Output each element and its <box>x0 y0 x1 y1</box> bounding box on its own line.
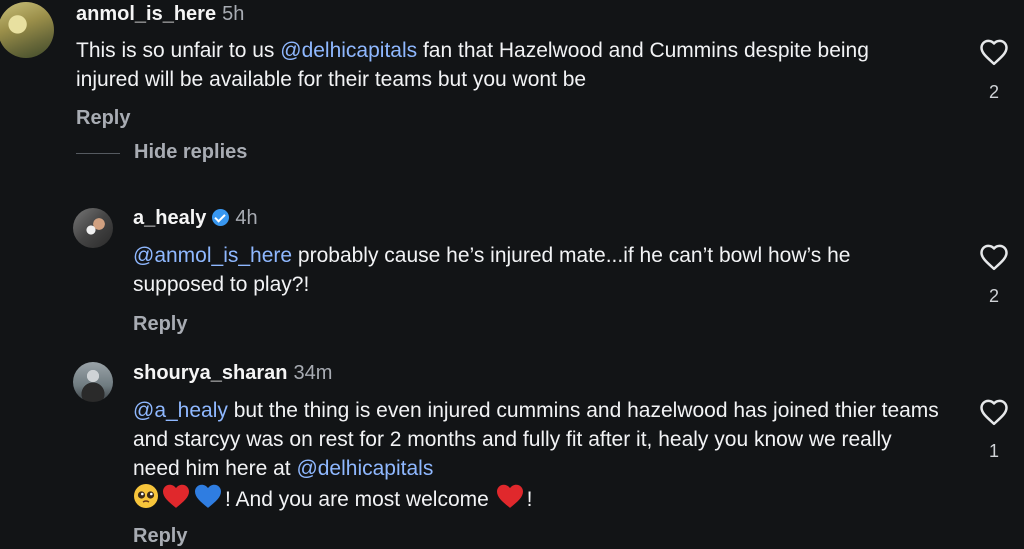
verified-badge-icon <box>212 209 230 226</box>
username[interactable]: shourya_sharan <box>133 362 288 384</box>
mention-link[interactable]: @anmol_is_here <box>133 244 292 267</box>
hide-replies-label[interactable]: Hide replies <box>134 141 247 164</box>
comment-text-part: This is so unfair to us <box>76 39 281 62</box>
reply-button[interactable]: Reply <box>133 525 187 548</box>
mention-link[interactable]: @a_healy <box>133 399 228 422</box>
divider-line <box>76 153 120 154</box>
reply-button[interactable]: Reply <box>76 107 130 130</box>
pleading-face-emoji <box>133 483 159 517</box>
like-count: 2 <box>988 82 999 102</box>
avatar[interactable] <box>73 208 113 248</box>
heart-outline-icon <box>980 399 1008 426</box>
heart-outline-icon <box>980 244 1008 271</box>
reply-button[interactable]: Reply <box>133 313 187 336</box>
heart-outline-icon <box>980 39 1008 66</box>
timestamp: 34m <box>293 362 333 384</box>
like-button[interactable] <box>979 38 1009 66</box>
red-heart-emoji <box>161 483 191 517</box>
mention-link[interactable]: @delhicapitals <box>296 457 433 480</box>
timestamp: 4h <box>235 207 258 229</box>
comment-username-row: a_healy 4h <box>133 207 258 230</box>
like-count: 1 <box>988 441 999 461</box>
comment-text-part: ! And you are most welcome <box>225 488 495 511</box>
red-heart-emoji <box>495 483 525 517</box>
mention-link[interactable]: @delhicapitals <box>280 39 417 62</box>
like-button[interactable] <box>979 398 1009 426</box>
avatar[interactable] <box>0 2 54 58</box>
comment-username-row: shourya_sharan 34m <box>133 362 332 385</box>
like-button[interactable] <box>979 243 1009 271</box>
avatar[interactable] <box>73 362 113 402</box>
like-count: 2 <box>988 286 999 306</box>
comment-text-part: but the thing is even injured cummins an… <box>133 399 939 480</box>
timestamp: 5h <box>222 3 245 25</box>
comment-text-part: ! <box>526 488 533 511</box>
username[interactable]: a_healy <box>133 207 206 229</box>
comment-username-row: anmol_is_here 5h <box>76 3 244 26</box>
comment-text: This is so unfair to us @delhicapitals f… <box>76 36 936 94</box>
blue-heart-emoji <box>193 483 223 517</box>
comment-text: @anmol_is_here probably cause he’s injur… <box>133 241 943 299</box>
username[interactable]: anmol_is_here <box>76 3 216 25</box>
comment-text: @a_healy but the thing is even injured c… <box>133 396 943 517</box>
